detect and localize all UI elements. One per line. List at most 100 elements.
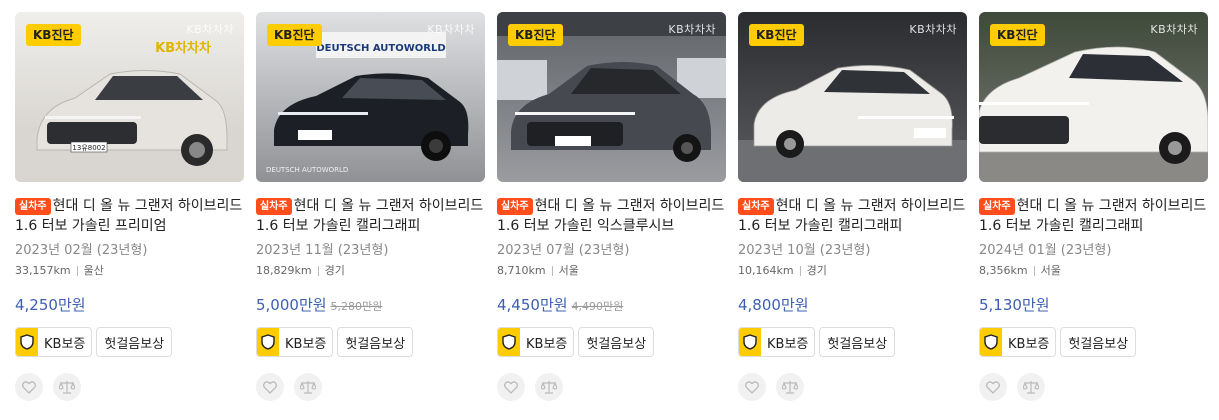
price-row: 4,450만원 4,490만원 bbox=[497, 294, 726, 315]
heart-icon bbox=[263, 380, 277, 394]
card-actions bbox=[738, 373, 967, 401]
service-badges: KB보증 헛걸음보상 bbox=[256, 327, 485, 357]
price-row: 4,800만원 bbox=[738, 294, 967, 315]
favorite-button[interactable] bbox=[979, 373, 1007, 401]
watermark: KB차차차 bbox=[668, 23, 716, 36]
listing-date: 2023년 02월 (23년형) bbox=[15, 243, 148, 258]
listing-meta: 8,356km 서울 bbox=[979, 264, 1208, 278]
listing-card[interactable]: KB진단 KB차차차 실차주 현대 디 올 뉴 그랜저 하이브리드 1.6 터보 … bbox=[979, 12, 1208, 412]
card-actions bbox=[497, 373, 726, 401]
mileage: 8,356km bbox=[979, 264, 1028, 277]
compare-button[interactable] bbox=[535, 373, 563, 401]
service-badges: KB보증 헛걸음보상 bbox=[738, 327, 967, 357]
compare-button[interactable] bbox=[294, 373, 322, 401]
favorite-button[interactable] bbox=[497, 373, 525, 401]
car-photo[interactable]: 13유8002 KB차차차 KB진단 KB차차차 bbox=[15, 12, 244, 182]
owner-tag: 실차주 bbox=[738, 198, 774, 215]
compare-button[interactable] bbox=[53, 373, 81, 401]
watermark: KB차차차 bbox=[427, 23, 475, 36]
mileage: 8,710km bbox=[497, 264, 546, 277]
scale-icon bbox=[1023, 381, 1039, 394]
region: 울산 bbox=[83, 264, 104, 277]
car-photo[interactable]: KB진단 KB차차차 bbox=[979, 12, 1208, 182]
kb-warranty-badge[interactable]: KB보증 bbox=[979, 327, 1057, 357]
no-show-compensation-badge[interactable]: 헛걸음보상 bbox=[337, 327, 414, 357]
listing-title[interactable]: 실차주 현대 디 올 뉴 그랜저 하이브리드 1.6 터보 가솔린 캘리그래피 bbox=[979, 196, 1208, 236]
kb-warranty-label: KB보증 bbox=[285, 336, 327, 352]
listing-title[interactable]: 실차주 현대 디 올 뉴 그랜저 하이브리드 1.6 터보 가솔린 캘리그래피 bbox=[256, 196, 485, 236]
region: 서울 bbox=[558, 264, 579, 277]
kb-warranty-badge[interactable]: KB보증 bbox=[738, 327, 816, 357]
no-show-compensation-badge[interactable]: 헛걸음보상 bbox=[578, 327, 655, 357]
heart-icon bbox=[745, 380, 759, 394]
kb-diagnosis-badge: KB진단 bbox=[508, 24, 563, 46]
mileage: 33,157km bbox=[15, 264, 71, 277]
listing-meta: 8,710km 서울 bbox=[497, 264, 726, 278]
scale-icon bbox=[782, 381, 798, 394]
shield-icon bbox=[980, 328, 1002, 356]
listing-card[interactable]: KB진단 KB차차차 실차주 현대 디 올 뉴 그랜저 하이브리드 1.6 터보 … bbox=[738, 12, 967, 412]
meta-divider bbox=[76, 266, 78, 276]
price-row: 5,000만원 5,280만원 bbox=[256, 294, 485, 315]
old-price: 4,490만원 bbox=[571, 300, 624, 313]
listing-title[interactable]: 실차주 현대 디 올 뉴 그랜저 하이브리드 1.6 터보 가솔린 익스클루시브 bbox=[497, 196, 726, 236]
compare-button[interactable] bbox=[776, 373, 804, 401]
favorite-button[interactable] bbox=[15, 373, 43, 401]
heart-icon bbox=[504, 380, 518, 394]
shield-icon bbox=[498, 328, 520, 356]
listing-card[interactable]: 13유8002 KB차차차 KB진단 KB차차차 실차주 현대 디 올 뉴 그랜저… bbox=[15, 12, 244, 412]
listing-meta: 18,829km 경기 bbox=[256, 264, 485, 278]
no-show-compensation-badge[interactable]: 헛걸음보상 bbox=[96, 327, 173, 357]
plate-text: 13유8002 bbox=[72, 144, 105, 152]
favorite-button[interactable] bbox=[738, 373, 766, 401]
owner-tag: 실차주 bbox=[256, 198, 292, 215]
car-photo[interactable]: KB진단 KB차차차 bbox=[497, 12, 726, 182]
photo-watermark: DEUTSCH AUTOWORLD bbox=[266, 166, 348, 174]
listing-title[interactable]: 실차주 현대 디 올 뉴 그랜저 하이브리드 1.6 터보 가솔린 프리미엄 bbox=[15, 196, 244, 236]
listing-date: 2023년 10월 (23년형) bbox=[738, 243, 871, 258]
mileage: 10,164km bbox=[738, 264, 794, 277]
meta-divider bbox=[799, 266, 801, 276]
meta-divider bbox=[551, 266, 553, 276]
car-photo[interactable]: KB진단 KB차차차 bbox=[738, 12, 967, 182]
region: 경기 bbox=[324, 264, 345, 277]
kb-warranty-label: KB보증 bbox=[1008, 336, 1050, 352]
kb-diagnosis-badge: KB진단 bbox=[990, 24, 1045, 46]
region: 경기 bbox=[806, 264, 827, 277]
price: 5,000만원 bbox=[256, 296, 327, 314]
meta-divider bbox=[1033, 266, 1035, 276]
scale-icon bbox=[59, 381, 75, 394]
shield-icon bbox=[16, 328, 38, 356]
no-show-compensation-badge[interactable]: 헛걸음보상 bbox=[1060, 327, 1137, 357]
listing-card[interactable]: KB진단 KB차차차 실차주 현대 디 올 뉴 그랜저 하이브리드 1.6 터보 … bbox=[497, 12, 726, 412]
price: 4,800만원 bbox=[738, 296, 809, 314]
car-photo[interactable]: DEUTSCH AUTOWORLD DEUTSCH AUTOWORLD KB진단… bbox=[256, 12, 485, 182]
compare-button[interactable] bbox=[1017, 373, 1045, 401]
price: 4,450만원 bbox=[497, 296, 568, 314]
meta-divider bbox=[317, 266, 319, 276]
kb-warranty-badge[interactable]: KB보증 bbox=[15, 327, 93, 357]
listing-date: 2024년 01월 (23년형) bbox=[979, 243, 1112, 258]
owner-tag: 실차주 bbox=[497, 198, 533, 215]
no-show-compensation-badge[interactable]: 헛걸음보상 bbox=[819, 327, 896, 357]
favorite-button[interactable] bbox=[256, 373, 284, 401]
kb-warranty-label: KB보증 bbox=[767, 336, 809, 352]
shield-icon bbox=[257, 328, 279, 356]
service-badges: KB보증 헛걸음보상 bbox=[15, 327, 244, 357]
owner-tag: 실차주 bbox=[15, 198, 51, 215]
heart-icon bbox=[986, 380, 1000, 394]
scale-icon bbox=[300, 381, 316, 394]
watermark: KB차차차 bbox=[1150, 23, 1198, 36]
kb-warranty-badge[interactable]: KB보증 bbox=[497, 327, 575, 357]
listing-title[interactable]: 실차주 현대 디 올 뉴 그랜저 하이브리드 1.6 터보 가솔린 캘리그래피 bbox=[738, 196, 967, 236]
kb-diagnosis-badge: KB진단 bbox=[267, 24, 322, 46]
price-row: 5,130만원 bbox=[979, 294, 1208, 315]
mileage: 18,829km bbox=[256, 264, 312, 277]
kb-warranty-label: KB보증 bbox=[526, 336, 568, 352]
dealer-sign: DEUTSCH AUTOWORLD bbox=[316, 43, 445, 54]
shield-icon bbox=[739, 328, 761, 356]
listing-card[interactable]: DEUTSCH AUTOWORLD DEUTSCH AUTOWORLD KB진단… bbox=[256, 12, 485, 412]
region: 서울 bbox=[1040, 264, 1061, 277]
listing-meta: 33,157km 울산 bbox=[15, 264, 244, 278]
kb-warranty-badge[interactable]: KB보증 bbox=[256, 327, 334, 357]
